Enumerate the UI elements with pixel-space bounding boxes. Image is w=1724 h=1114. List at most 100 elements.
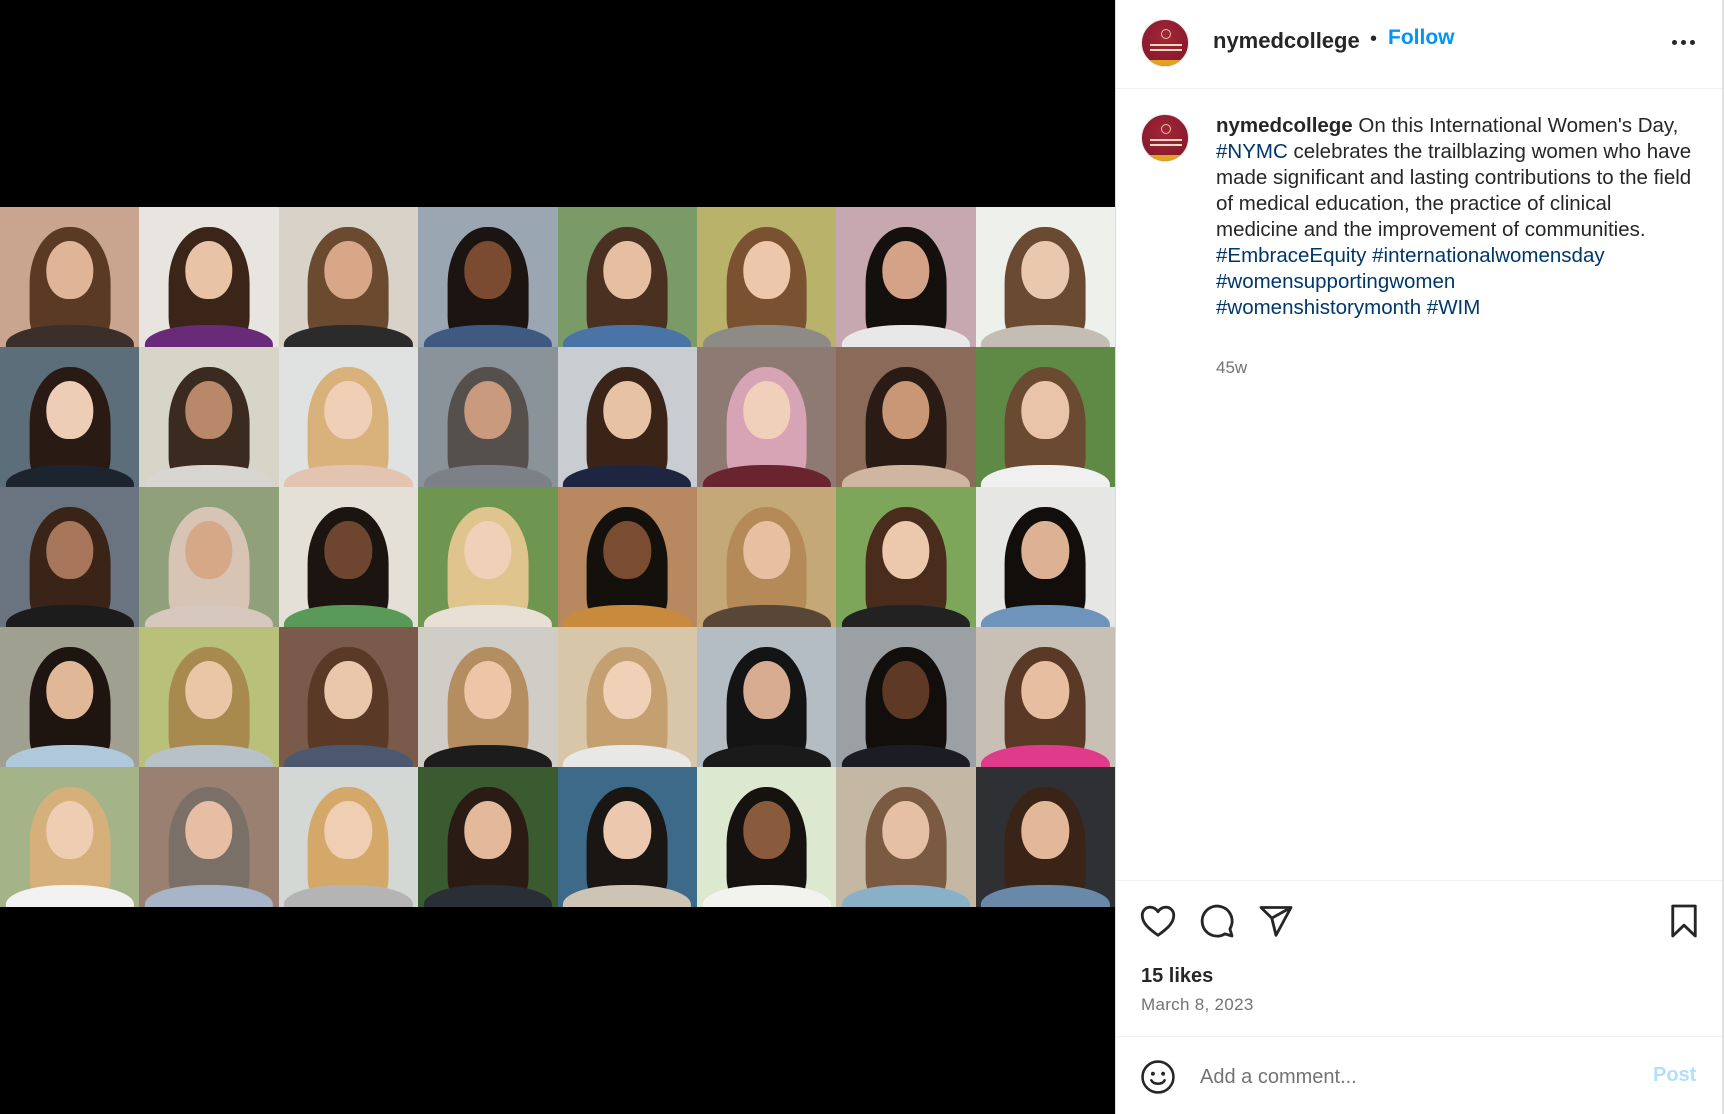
- hashtag-link[interactable]: #WIM: [1427, 296, 1481, 319]
- header-username[interactable]: nymedcollege: [1213, 28, 1360, 54]
- caption-text: celebrates the trailblazing women who ha…: [1216, 140, 1692, 241]
- portrait-shirt: [841, 744, 971, 767]
- portrait-tile: [975, 347, 1115, 487]
- college-seal-icon: [1161, 29, 1171, 39]
- profile-avatar[interactable]: [1141, 19, 1189, 67]
- hashtag-link[interactable]: #womenshistorymonth: [1216, 296, 1421, 319]
- portrait-face: [742, 660, 791, 720]
- portrait-tile: [418, 207, 558, 347]
- portrait-tile: [557, 347, 697, 487]
- portrait-tile: [0, 767, 140, 907]
- post-header: nymedcollege • Follow: [1116, 0, 1724, 89]
- portrait-tile: [696, 207, 837, 347]
- more-options-icon[interactable]: [1667, 26, 1699, 58]
- portrait-face: [742, 800, 791, 860]
- portrait-shirt: [563, 604, 692, 627]
- caption-avatar[interactable]: [1141, 114, 1189, 162]
- portrait-tile: [836, 627, 976, 767]
- portrait-shirt: [5, 744, 134, 767]
- comment-bubble-icon[interactable]: [1197, 901, 1237, 941]
- portrait-face: [603, 520, 651, 580]
- likes-count[interactable]: 15 likes: [1141, 965, 1213, 988]
- hashtag-link[interactable]: #internationalwomensday: [1372, 244, 1604, 267]
- comment-input[interactable]: [1200, 1060, 1600, 1094]
- portrait-shirt: [702, 744, 831, 767]
- post-date: March 8, 2023: [1141, 995, 1254, 1014]
- portrait-face: [324, 660, 373, 720]
- portrait-shirt: [702, 604, 831, 627]
- portrait-tile: [836, 207, 976, 347]
- hashtag-link[interactable]: #womensupportingwomen: [1216, 270, 1455, 293]
- post-comment-button[interactable]: Post: [1653, 1064, 1696, 1087]
- portrait-shirt: [702, 324, 831, 347]
- portrait-shirt: [144, 464, 274, 487]
- portrait-shirt: [144, 744, 274, 767]
- portrait-face: [1021, 800, 1069, 860]
- portrait-tile: [418, 487, 558, 627]
- portrait-face: [603, 660, 651, 720]
- portrait-shirt: [423, 464, 552, 487]
- portrait-tile: [975, 627, 1115, 767]
- portrait-face: [324, 240, 373, 300]
- portrait-shirt: [981, 464, 1110, 487]
- portrait-tile: [278, 207, 419, 347]
- caption-time-ago[interactable]: 45w: [1216, 358, 1247, 378]
- follow-button[interactable]: Follow: [1388, 26, 1455, 50]
- portrait-tile: [139, 347, 279, 487]
- portrait-tile: [0, 487, 140, 627]
- bookmark-icon[interactable]: [1664, 901, 1704, 941]
- portrait-face: [46, 800, 94, 860]
- portrait-shirt: [144, 604, 274, 627]
- hashtag-link[interactable]: #EmbraceEquity: [1216, 244, 1366, 267]
- portrait-tile: [139, 487, 279, 627]
- divider: [1116, 1036, 1724, 1037]
- college-seal-icon: [1161, 124, 1171, 134]
- portrait-collage: [0, 207, 1115, 907]
- portrait-face: [603, 240, 651, 300]
- portrait-face: [46, 240, 94, 300]
- portrait-face: [324, 520, 373, 580]
- portrait-tile: [139, 627, 279, 767]
- portrait-tile: [278, 767, 419, 907]
- portrait-tile: [696, 627, 837, 767]
- portrait-tile: [836, 767, 976, 907]
- hashtag-link[interactable]: #NYMC: [1216, 140, 1288, 163]
- portrait-shirt: [981, 324, 1110, 347]
- portrait-shirt: [423, 324, 552, 347]
- post-caption: nymedcollege On this International Women…: [1216, 113, 1696, 321]
- portrait-face: [882, 520, 930, 580]
- paper-plane-icon[interactable]: [1256, 901, 1296, 941]
- portrait-tile: [139, 767, 279, 907]
- portrait-shirt: [563, 744, 692, 767]
- portrait-shirt: [284, 324, 413, 347]
- portrait-tile: [975, 207, 1115, 347]
- emoji-icon[interactable]: [1138, 1057, 1178, 1097]
- portrait-tile: [696, 487, 837, 627]
- post-media[interactable]: [0, 0, 1115, 1114]
- portrait-tile: [696, 347, 837, 487]
- portrait-tile: [975, 487, 1115, 627]
- portrait-shirt: [423, 744, 552, 767]
- portrait-shirt: [284, 464, 413, 487]
- portrait-face: [464, 380, 512, 440]
- portrait-shirt: [841, 604, 971, 627]
- portrait-tile: [278, 627, 419, 767]
- portrait-face: [185, 520, 233, 580]
- heart-icon[interactable]: [1138, 901, 1178, 941]
- portrait-shirt: [284, 884, 413, 907]
- separator-dot: •: [1370, 28, 1378, 50]
- portrait-face: [185, 380, 233, 440]
- portrait-tile: [557, 627, 697, 767]
- portrait-face: [882, 800, 930, 860]
- portrait-face: [742, 240, 791, 300]
- portrait-face: [46, 520, 94, 580]
- portrait-face: [464, 240, 512, 300]
- portrait-face: [464, 520, 512, 580]
- caption-username[interactable]: nymedcollege: [1216, 114, 1353, 137]
- portrait-tile: [278, 347, 419, 487]
- portrait-face: [882, 380, 930, 440]
- portrait-shirt: [144, 324, 274, 347]
- portrait-face: [742, 520, 791, 580]
- portrait-tile: [278, 487, 419, 627]
- portrait-tile: [139, 207, 279, 347]
